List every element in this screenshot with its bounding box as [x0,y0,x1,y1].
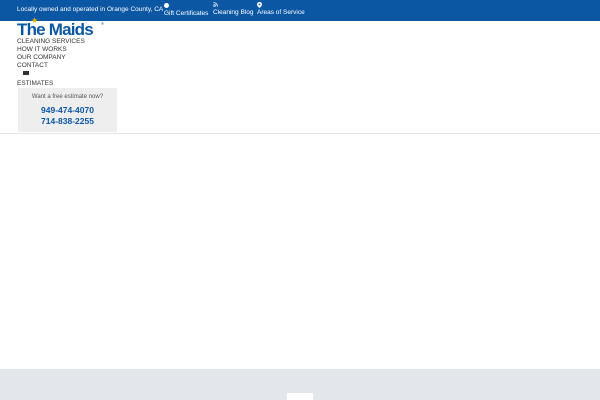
header-divider [0,133,600,134]
nav-how-it-works[interactable]: HOW IT WORKS [17,46,67,54]
logo-text: The Maids [17,20,94,39]
free-estimate-box: Want a free estimate now? 949-474-4070 7… [18,88,117,132]
footer-card [287,393,313,400]
top-bar-tagline: Locally owned and operated in Orange Cou… [17,6,164,13]
phone-number-link[interactable]: 949-474-4070 [18,105,117,115]
nav-our-company[interactable]: OUR COMPANY [17,54,66,62]
rss-icon [213,2,221,9]
phone-number-link[interactable]: 714-838-2255 [18,116,117,126]
top-bar: Locally owned and operated in Orange Cou… [0,0,600,21]
gift-certificates-link[interactable]: Gift Certificates [164,2,208,18]
cleaning-blog-label: Cleaning Blog [213,9,254,16]
footer-band [0,369,600,400]
gift-icon [164,3,172,10]
cleaning-blog-link[interactable]: Cleaning Blog [213,2,253,17]
nav-estimates[interactable]: ESTIMATES [17,80,53,88]
areas-of-service-label: Areas of Service [257,9,305,16]
areas-of-service-link[interactable]: Areas of Service [257,2,305,17]
nav-contact[interactable]: CONTACT [17,62,48,70]
logo-trademark: ® [101,21,104,26]
map-pin-icon [257,2,265,9]
envelope-icon [23,71,29,75]
gift-certificates-label: Gift Certificates [164,10,209,17]
nav-cleaning-services[interactable]: CLEANING SERVICES [17,38,85,46]
the-maids-logo[interactable]: ★ The Maids ® [17,16,104,39]
estimate-prompt: Want a free estimate now? [31,94,104,100]
